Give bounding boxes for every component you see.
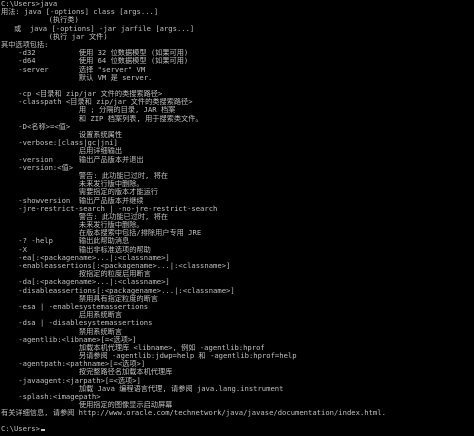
console-line: 禁用系统断言: [1, 327, 123, 336]
text-cursor: [40, 429, 45, 431]
console-line: -? -help 输出此帮助消息: [1, 237, 130, 246]
console-output: C:\Users>java 用法: java [-options] class […: [1, 0, 473, 426]
console-line: -da[:<packagename>...|:<classname>]: [1, 278, 170, 287]
console-line: -version 输出产品版本并退出: [1, 155, 144, 164]
console-line: -disableassertions[:<packagename>...|:<c…: [1, 286, 235, 295]
console-line: 用法: java [-options] class [args...]: [1, 8, 159, 17]
console-line: -d32 使用 32 位数据模型 (如果可用): [1, 49, 189, 58]
console-line: -agentlib:<libname>[=<选项>]: [1, 335, 137, 344]
console-line: 有关详细信息, 请参阅 http://www.oracle.com/techne…: [1, 409, 386, 418]
console-line: 另请参阅 -agentlib:jdwp=help 和 -agentlib:hpr…: [1, 352, 297, 361]
console-line: 加载本机代理库 <libname>, 例如 -agentlib:hprof: [1, 343, 265, 352]
command-prompt-line[interactable]: C:\Users>: [1, 424, 45, 433]
console-line: -jre-restrict-search | -no-jre-restrict-…: [1, 204, 218, 213]
console-line: 警告: 此功能已过时, 将在: [1, 171, 169, 180]
console-line: 使用指定的图像显示启动屏幕: [1, 401, 173, 410]
console-line: -d64 使用 64 位数据模型 (如果可用): [1, 57, 189, 66]
console-line: C:\Users>java: [1, 0, 58, 8]
console-line: -D<名称>=<值>: [1, 122, 71, 131]
console-line: 加载 Java 编程语言代理, 请参阅 java.lang.instrument: [1, 384, 284, 393]
console-line: -agentpath:<pathname>[=<选项>]: [1, 360, 146, 369]
console-line: -version:<值>: [1, 163, 74, 172]
console-line: 或 java [-options] -jar jarfile [args...]: [1, 24, 195, 33]
console-line: -classpath <目录和 zip/jar 文件的类搜索路径>: [1, 98, 193, 107]
console-line: 在版本搜索中包括/排除用户专用 JRE: [1, 229, 202, 238]
console-window[interactable]: C:\Users>java 用法: java [-options] class […: [0, 0, 474, 436]
console-line: -splash:<imagepath>: [1, 393, 101, 401]
console-line: 需要指定的版本才能运行: [1, 188, 158, 197]
console-line: -ea[:<packagename>...|:<classname>]: [1, 253, 170, 262]
console-line: -enableassertions[:<packagename>...|:<cl…: [1, 262, 231, 270]
console-line: 和 ZIP 档案列表, 用于搜索类文件。: [1, 114, 203, 123]
console-line: -showversion 输出产品版本并继续: [1, 196, 144, 205]
console-line: -javaagent:<jarpath>[=<选项>]: [1, 376, 141, 385]
console-line: 未来发行版中删除。: [1, 180, 144, 189]
console-line: -server 选择 "server" VM: [1, 65, 146, 74]
console-line: 设置系统属性: [1, 131, 123, 139]
console-line: 默认 VM 是 server.: [1, 73, 153, 82]
console-line: 启用系统断言: [1, 311, 123, 320]
console-line: -cp <目录和 zip/jar 文件的类搜索路径>: [1, 90, 163, 99]
console-line: 警告: 此功能已过时, 将在: [1, 212, 169, 221]
console-line: 禁用具有指定粒度的断言: [1, 294, 158, 303]
console-line: -X 输出非标准选项的帮助: [1, 245, 151, 254]
console-line: 未来发行版中删除。: [1, 221, 144, 230]
console-line: -verbose:[class|gc|jni]: [1, 139, 118, 148]
prompt-text: C:\Users>: [1, 424, 40, 433]
console-line: (执行 jar 文件): [1, 32, 108, 41]
console-line: -dsa | -disablesystemassertions: [1, 319, 153, 328]
console-line: (执行类): [1, 16, 79, 25]
console-line: -esa | -enablesystemassertions: [1, 302, 149, 311]
console-line: 其中选项包括:: [1, 40, 49, 49]
console-line: 按完整路径名加载本机代理库: [1, 368, 173, 377]
console-line: 按指定的粒度启用断言: [1, 270, 151, 279]
console-line: 启用详细输出: [1, 147, 123, 156]
console-line: 用 ; 分隔的目录, JAR 档案: [1, 106, 176, 115]
